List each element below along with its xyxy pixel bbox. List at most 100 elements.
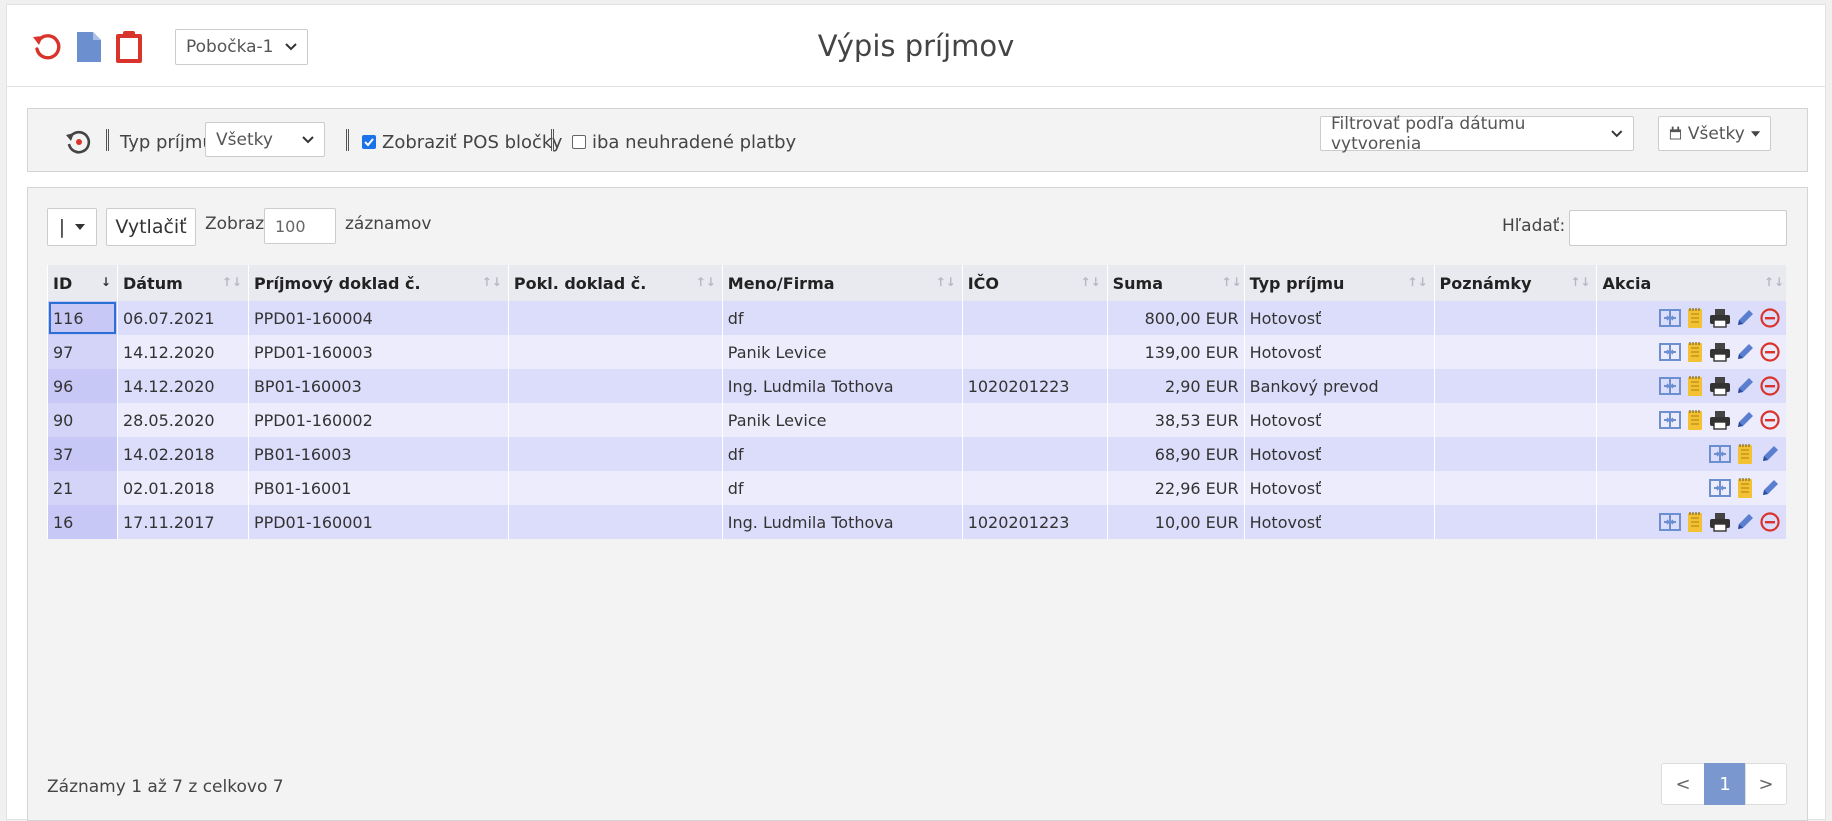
table-header-row: ID ↓ Dátum ↑↓ Príjmový doklad č. ↑↓ Pokl. d…	[47, 265, 1786, 301]
detail-icon[interactable]	[1706, 478, 1731, 497]
note-icon[interactable]	[1681, 512, 1706, 532]
cell-id: 96	[47, 369, 118, 403]
column-toggle-button[interactable]: |	[47, 208, 97, 246]
unpaid-checkbox[interactable]	[572, 135, 586, 149]
unpaid-checkbox-group[interactable]: iba neuhradené platby	[572, 127, 796, 157]
table-row[interactable]: 97 14.12.2020 PPD01-160003 Panik Levice 139,…	[47, 335, 1786, 369]
type-filter-select[interactable]: Všetky	[205, 122, 325, 157]
column-header-date[interactable]: Dátum ↑↓	[116, 265, 249, 301]
cell-actions	[1596, 335, 1786, 369]
detail-icon[interactable]	[1706, 444, 1731, 463]
cell-id: 90	[47, 403, 118, 437]
table-row[interactable]: 16 17.11.2017 PPD01-160001 Ing. Ludmila Tot…	[47, 505, 1786, 539]
pagination-next[interactable]: >	[1745, 763, 1787, 805]
cell-notes	[1433, 301, 1597, 335]
column-header-income-type[interactable]: Typ príjmu ↑↓	[1243, 265, 1435, 301]
cell-name: Ing. Ludmila Tothova	[721, 505, 963, 539]
cell-sum: 2,90 EUR	[1106, 369, 1245, 403]
delete-icon[interactable]	[1756, 308, 1781, 328]
app-frame: Pobočka-1 Výpis príjmov Typ príjmu Všetk…	[6, 4, 1826, 821]
pagination-page-1[interactable]: 1	[1704, 763, 1746, 805]
delete-icon[interactable]	[1756, 512, 1781, 532]
detail-icon[interactable]	[1656, 308, 1681, 327]
column-header-notes[interactable]: Poznámky ↑↓	[1433, 265, 1597, 301]
edit-icon[interactable]	[1756, 478, 1781, 497]
cell-date: 14.12.2020	[116, 369, 249, 403]
column-header-sum[interactable]: Suma ↑↓	[1106, 265, 1245, 301]
cell-actions	[1596, 369, 1786, 403]
table-row[interactable]: 21 02.01.2018 PB01-16001 df 22,96 EUR Hotovos…	[47, 471, 1786, 505]
detail-icon[interactable]	[1656, 376, 1681, 395]
note-icon[interactable]	[1681, 376, 1706, 396]
period-dropdown-button[interactable]: Všetky	[1658, 116, 1771, 151]
note-icon[interactable]	[1681, 308, 1706, 328]
cell-date: 14.02.2018	[116, 437, 249, 471]
cell-income-doc: PB01-16003	[247, 437, 509, 471]
cell-id: 37	[47, 437, 118, 471]
column-header-id[interactable]: ID ↓	[47, 265, 118, 301]
table-row[interactable]: 90 28.05.2020 PPD01-160002 Panik Levice 38,5…	[47, 403, 1786, 437]
print-button[interactable]: Vytlačiť	[106, 208, 196, 246]
table-info: Záznamy 1 až 7 z celkovo 7	[47, 777, 284, 797]
chevron-down-icon	[1611, 129, 1623, 137]
delete-icon[interactable]	[1756, 342, 1781, 362]
print-icon[interactable]	[1706, 410, 1731, 430]
edit-icon[interactable]	[1756, 444, 1781, 463]
cell-date: 06.07.2021	[116, 301, 249, 335]
table-row[interactable]: 96 14.12.2020 BP01-160003 Ing. Ludmila Toth…	[47, 369, 1786, 403]
edit-icon[interactable]	[1731, 410, 1756, 429]
print-icon[interactable]	[1706, 376, 1731, 396]
delete-icon[interactable]	[1756, 410, 1781, 430]
print-icon[interactable]	[1706, 512, 1731, 532]
note-icon[interactable]	[1731, 478, 1756, 498]
column-header-income-doc[interactable]: Príjmový doklad č. ↑↓	[247, 265, 509, 301]
records-label: záznamov	[345, 214, 432, 234]
pagination-prev[interactable]: <	[1661, 763, 1705, 805]
edit-icon[interactable]	[1731, 376, 1756, 395]
cell-income-type: Hotovosť	[1243, 403, 1435, 437]
edit-icon[interactable]	[1731, 342, 1756, 361]
column-header-name[interactable]: Meno/Firma ↑↓	[721, 265, 963, 301]
cell-actions	[1596, 505, 1786, 539]
date-filter-select[interactable]: Filtrovať podľa dátumu vytvorenia	[1320, 114, 1634, 154]
edit-icon[interactable]	[1731, 512, 1756, 531]
cell-notes	[1433, 471, 1597, 505]
detail-icon[interactable]	[1656, 342, 1681, 361]
cell-income-doc: BP01-160003	[247, 369, 509, 403]
cell-cash-doc	[507, 403, 723, 437]
edit-icon[interactable]	[1731, 308, 1756, 327]
cell-cash-doc	[507, 505, 723, 539]
cell-notes	[1433, 437, 1597, 471]
note-icon[interactable]	[1731, 444, 1756, 464]
print-icon[interactable]	[1706, 308, 1731, 328]
column-header-actions[interactable]: Akcia ↑↓	[1596, 265, 1786, 301]
delete-icon[interactable]	[1756, 376, 1781, 396]
cell-date: 14.12.2020	[116, 335, 249, 369]
reset-filters-icon[interactable]	[64, 127, 94, 157]
cell-income-type: Hotovosť	[1243, 301, 1435, 335]
unpaid-checkbox-label: iba neuhradené platby	[592, 131, 797, 153]
table-row[interactable]: 116 06.07.2021 PPD01-160004 df 800,00 EUR Hot…	[47, 301, 1786, 335]
cell-date: 28.05.2020	[116, 403, 249, 437]
print-icon[interactable]	[1706, 342, 1731, 362]
pos-checkbox[interactable]	[362, 135, 376, 149]
note-icon[interactable]	[1681, 342, 1706, 362]
chevron-down-icon	[302, 135, 314, 143]
cell-sum: 38,53 EUR	[1106, 403, 1245, 437]
detail-icon[interactable]	[1656, 512, 1681, 531]
caret-down-icon	[1750, 130, 1760, 137]
detail-icon[interactable]	[1656, 410, 1681, 429]
pos-checkbox-group[interactable]: Zobraziť POS bločky	[362, 127, 562, 157]
column-header-cash-doc[interactable]: Pokl. doklad č. ↑↓	[507, 265, 723, 301]
table-row[interactable]: 37 14.02.2018 PB01-16003 df 68,90 EUR Hotovos…	[47, 437, 1786, 471]
page-size-input[interactable]: 100	[264, 208, 336, 244]
cell-notes	[1433, 403, 1597, 437]
cell-cash-doc	[507, 471, 723, 505]
column-header-ico[interactable]: IČO ↑↓	[961, 265, 1108, 301]
cell-name: Panik Levice	[721, 335, 963, 369]
cell-actions	[1596, 437, 1786, 471]
search-input[interactable]	[1569, 210, 1787, 246]
top-bar: Pobočka-1 Výpis príjmov	[7, 5, 1825, 87]
cell-id: 116	[47, 301, 118, 335]
note-icon[interactable]	[1681, 410, 1706, 430]
